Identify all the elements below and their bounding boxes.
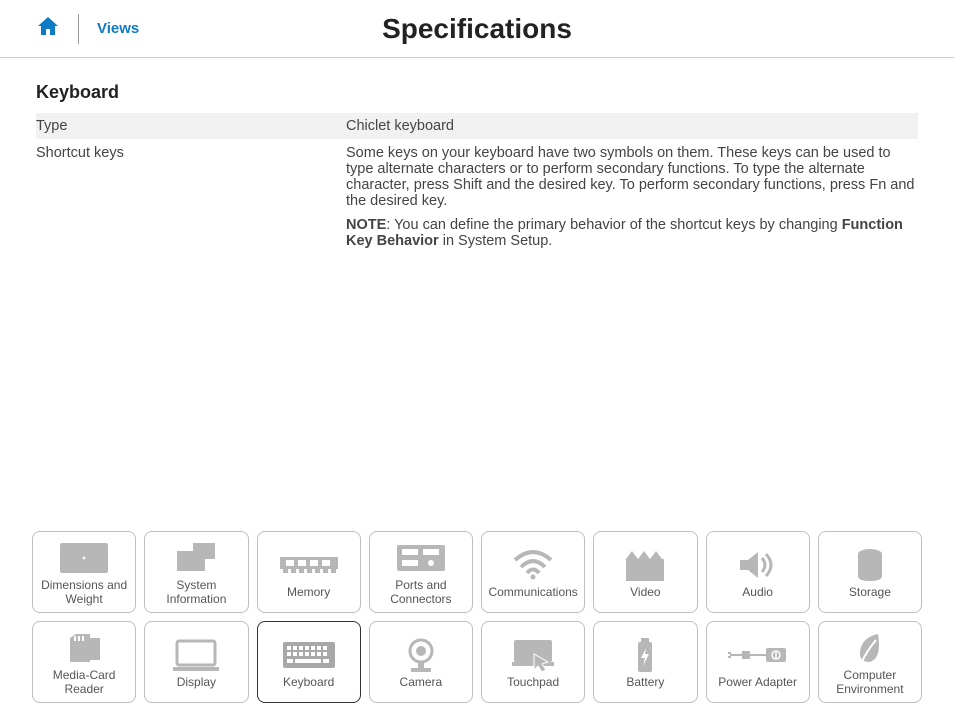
- page-title: Specifications: [0, 13, 954, 45]
- table-row: Type Chiclet keyboard: [36, 113, 918, 139]
- display-icon: [173, 636, 219, 674]
- spec-table: Type Chiclet keyboard Shortcut keys Some…: [36, 113, 918, 255]
- nav-label: Keyboard: [283, 676, 334, 690]
- nav-label: Computer Environment: [821, 669, 919, 697]
- ports-icon: [397, 539, 445, 577]
- spec-value: Some keys on your keyboard have two symb…: [346, 139, 918, 255]
- nav-label: Touchpad: [507, 676, 559, 690]
- nav-storage[interactable]: Storage: [818, 531, 922, 613]
- nav-dimensions-weight[interactable]: Dimensions and Weight: [32, 531, 136, 613]
- memory-icon: [280, 546, 338, 584]
- nav-label: Power Adapter: [718, 676, 797, 690]
- nav-label: Dimensions and Weight: [35, 579, 133, 607]
- nav-power-adapter[interactable]: Power Adapter: [706, 621, 810, 703]
- battery-icon: [636, 636, 654, 674]
- table-row: Shortcut keys Some keys on your keyboard…: [36, 139, 918, 255]
- nav-computer-environment[interactable]: Computer Environment: [818, 621, 922, 703]
- storage-icon: [856, 546, 884, 584]
- header: Views Specifications: [0, 0, 954, 58]
- nav-display[interactable]: Display: [144, 621, 248, 703]
- nav-keyboard[interactable]: Keyboard: [257, 621, 361, 703]
- nav-row: Dimensions and Weight System Information…: [32, 531, 922, 613]
- nav-label: Ports and Connectors: [372, 579, 470, 607]
- spec-label: Shortcut keys: [36, 139, 346, 255]
- wifi-icon: [513, 546, 553, 584]
- nav-label: Battery: [626, 676, 664, 690]
- touchpad-icon: [512, 636, 554, 674]
- note-block: NOTE: You can define the primary behavio…: [346, 217, 918, 249]
- header-divider: [78, 14, 79, 44]
- nav-battery[interactable]: Battery: [593, 621, 697, 703]
- nav-label: Communications: [488, 586, 577, 600]
- leaf-icon: [856, 629, 884, 667]
- nav-grid: Dimensions and Weight System Information…: [32, 531, 922, 703]
- nav-label: System Information: [147, 579, 245, 607]
- camera-icon: [405, 636, 437, 674]
- nav-video[interactable]: Video: [593, 531, 697, 613]
- sd-card-icon: [66, 629, 102, 667]
- section-heading: Keyboard: [36, 82, 918, 103]
- nav-media-card-reader[interactable]: Media-Card Reader: [32, 621, 136, 703]
- nav-touchpad[interactable]: Touchpad: [481, 621, 585, 703]
- nav-audio[interactable]: Audio: [706, 531, 810, 613]
- nav-ports-connectors[interactable]: Ports and Connectors: [369, 531, 473, 613]
- spec-value: Chiclet keyboard: [346, 113, 918, 139]
- chip-icon: [173, 539, 219, 577]
- home-icon[interactable]: [36, 15, 60, 42]
- nav-camera[interactable]: Camera: [369, 621, 473, 703]
- nav-label: Audio: [742, 586, 773, 600]
- nav-system-information[interactable]: System Information: [144, 531, 248, 613]
- views-link[interactable]: Views: [97, 20, 139, 37]
- power-adapter-icon: [728, 636, 788, 674]
- nav-row: Media-Card Reader Display Keyboard Camer…: [32, 621, 922, 703]
- nav-label: Memory: [287, 586, 330, 600]
- nav-label: Display: [177, 676, 216, 690]
- content: Keyboard Type Chiclet keyboard Shortcut …: [0, 58, 954, 255]
- keyboard-icon: [283, 636, 335, 674]
- nav-label: Camera: [400, 676, 443, 690]
- nav-label: Video: [630, 586, 660, 600]
- nav-label: Storage: [849, 586, 891, 600]
- nav-communications[interactable]: Communications: [481, 531, 585, 613]
- video-icon: [624, 546, 666, 584]
- nav-label: Media-Card Reader: [35, 669, 133, 697]
- nav-memory[interactable]: Memory: [257, 531, 361, 613]
- spec-label: Type: [36, 113, 346, 139]
- audio-icon: [738, 546, 778, 584]
- tablet-icon: [58, 539, 110, 577]
